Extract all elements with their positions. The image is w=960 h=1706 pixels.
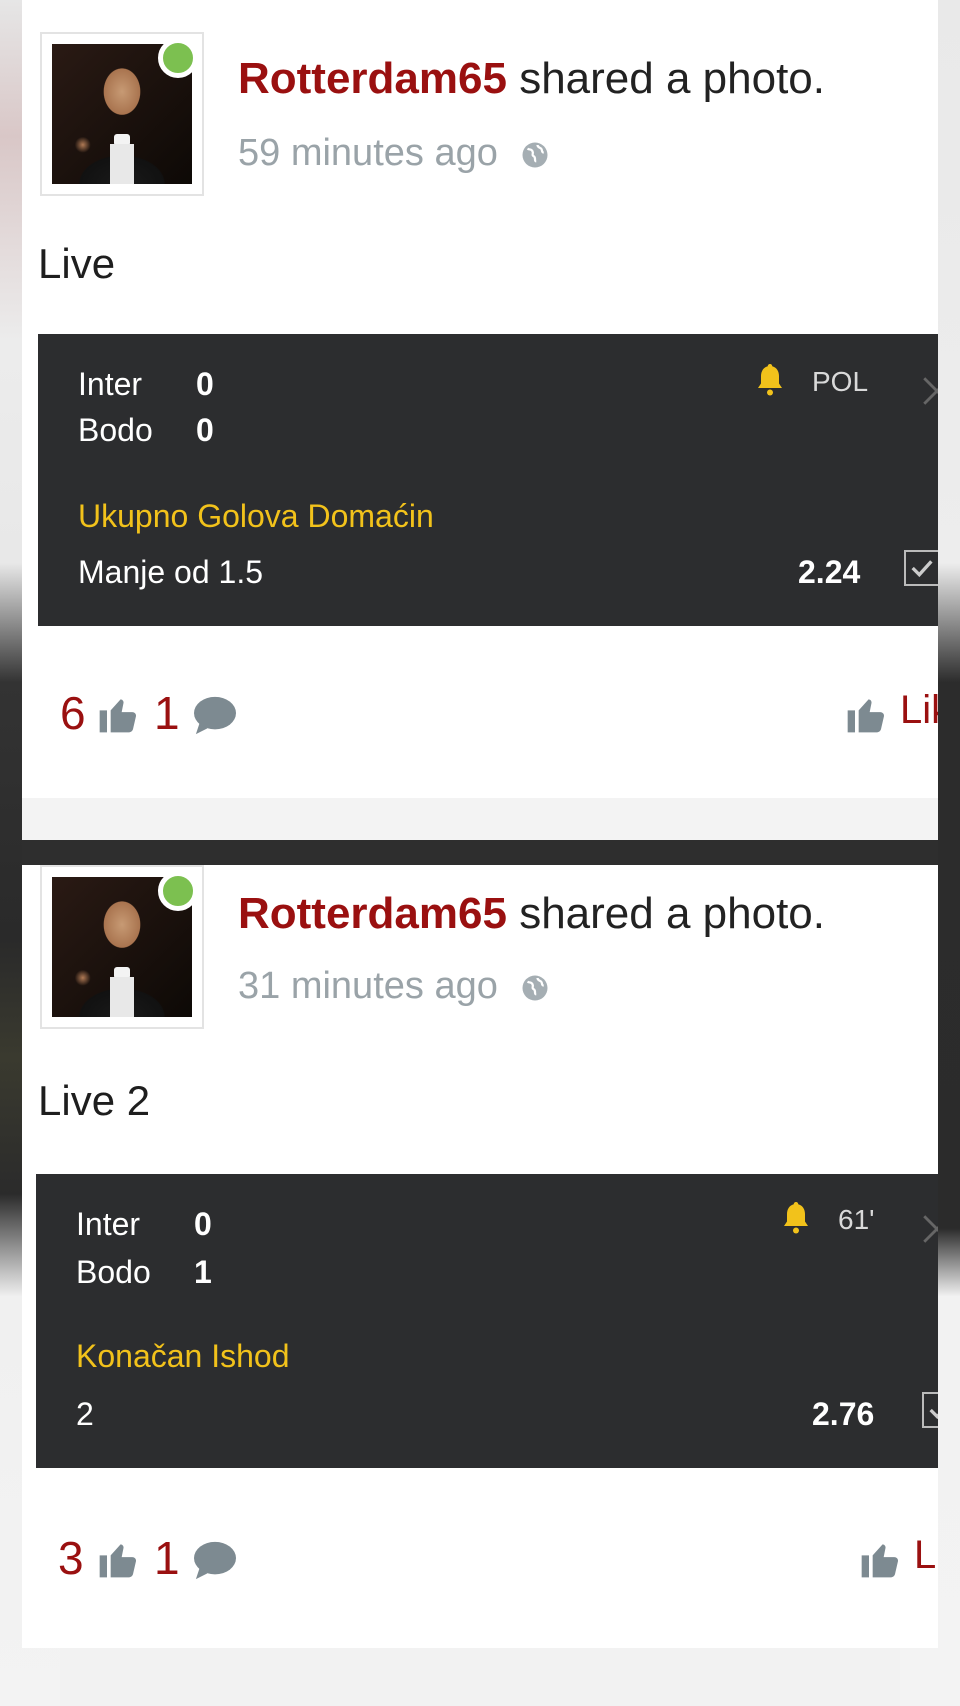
post-headline: Rotterdam65 shared a photo. (238, 54, 825, 104)
home-team: Inter (78, 366, 143, 402)
match-status: POL (812, 366, 869, 397)
avatar[interactable] (40, 865, 204, 1029)
globe-icon (522, 142, 548, 168)
post-stats: 6 1 Lik (36, 682, 938, 742)
post-text: Live (38, 240, 116, 287)
home-team: Inter (76, 1206, 141, 1242)
like-button[interactable]: Lik (844, 682, 938, 742)
bet-odds: 2.24 (798, 554, 861, 590)
globe-icon (522, 975, 548, 1001)
online-status-icon (158, 871, 198, 911)
comment-icon (194, 1541, 236, 1580)
post-card: Rotterdam65 shared a photo. 59 minutes a… (22, 0, 938, 798)
away-score: 1 (194, 1254, 212, 1290)
bell-icon[interactable] (778, 1198, 814, 1236)
bet-odds: 2.76 (812, 1396, 875, 1432)
thumbs-up-icon (861, 1544, 899, 1578)
match-status: 61' (838, 1204, 875, 1235)
bet-market: Konačan Ishod (76, 1338, 290, 1374)
bet-pick: Manje od 1.5 (78, 554, 264, 590)
post-action: shared a photo. (519, 54, 825, 103)
bet-slip[interactable]: Inter 0 Bodo 0 POL Ukupno Golova Domaćin… (38, 334, 938, 626)
thumbs-up-icon (99, 1544, 137, 1578)
post-stats: 3 1 Li (36, 1527, 938, 1587)
bet-slip[interactable]: Inter 0 Bodo 1 61' Konačan Ishod 2 2.76 (36, 1174, 938, 1468)
comment-count[interactable]: 1 (154, 686, 180, 740)
home-score: 0 (196, 366, 214, 402)
checkbox-icon[interactable] (904, 550, 938, 586)
avatar[interactable] (40, 32, 204, 196)
post-time: 31 minutes ago (238, 965, 550, 1008)
feed-gap (22, 840, 938, 865)
away-team: Bodo (76, 1254, 151, 1290)
post-headline: Rotterdam65 shared a photo. (238, 889, 825, 939)
post-text: Live 2 (38, 1077, 151, 1124)
like-button[interactable]: Li (858, 1527, 938, 1587)
comment-icon (194, 696, 236, 735)
away-team: Bodo (78, 412, 153, 448)
comment-count[interactable]: 1 (154, 1531, 180, 1585)
thumbs-up-icon (99, 699, 137, 733)
like-button-label: Li (914, 1533, 938, 1577)
online-status-icon (158, 38, 198, 78)
home-score: 0 (194, 1206, 212, 1242)
away-score: 0 (196, 412, 214, 448)
like-count[interactable]: 3 (58, 1531, 84, 1585)
post-time: 59 minutes ago (238, 132, 550, 175)
username-link[interactable]: Rotterdam65 (238, 54, 507, 103)
feed-divider (22, 798, 938, 840)
post-card: Rotterdam65 shared a photo. 31 minutes a… (22, 865, 938, 1648)
close-icon[interactable] (920, 1212, 938, 1246)
thumbs-up-icon (847, 699, 885, 733)
username-link[interactable]: Rotterdam65 (238, 889, 507, 938)
bet-market: Ukupno Golova Domaćin (78, 498, 434, 534)
post-action: shared a photo. (519, 889, 825, 938)
like-count[interactable]: 6 (60, 686, 86, 740)
like-button-label: Lik (900, 688, 938, 732)
bell-icon[interactable] (752, 360, 788, 398)
close-icon[interactable] (920, 374, 938, 408)
post-time-text[interactable]: 59 minutes ago (238, 132, 498, 174)
checkbox-icon[interactable] (922, 1392, 938, 1428)
bet-pick: 2 (76, 1396, 94, 1432)
post-time-text[interactable]: 31 minutes ago (238, 965, 498, 1007)
